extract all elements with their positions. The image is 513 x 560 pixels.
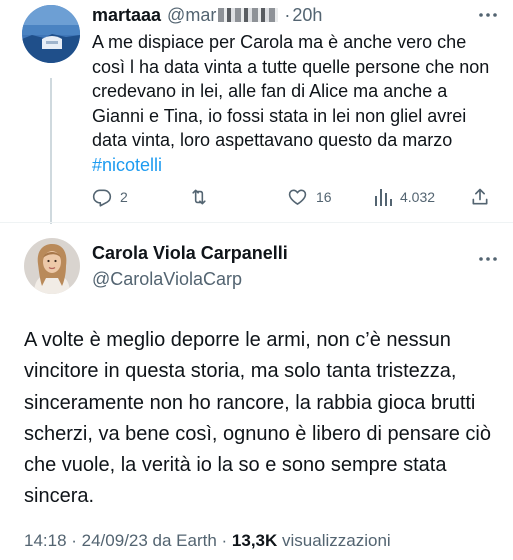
views-button[interactable]: 4.032 <box>374 184 435 210</box>
display-name[interactable]: martaaa <box>92 3 161 27</box>
reply-tweet-header: martaaa @mar · 20h <box>92 3 322 27</box>
avatar[interactable] <box>24 238 80 294</box>
views-label: visualizzazioni <box>277 531 391 550</box>
avatar-image <box>22 5 80 63</box>
views-count: 13,3K <box>231 531 278 550</box>
reply-count: 2 <box>120 189 128 205</box>
like-count: 16 <box>316 189 332 205</box>
tweet-metadata: 14:18 · 24/09/23 da Earth · 13,3K visual… <box>24 529 391 553</box>
display-name[interactable]: Carola Viola Carpanelli <box>92 242 288 264</box>
more-icon[interactable] <box>477 248 499 270</box>
like-button[interactable]: 16 <box>287 184 332 210</box>
retweet-button[interactable] <box>188 184 210 210</box>
thread-connector-line <box>50 78 52 224</box>
retweet-icon <box>188 187 210 207</box>
handle[interactable]: @mar <box>167 3 216 27</box>
avatar-image <box>24 238 80 294</box>
handle[interactable]: @CarolaViolaCarp <box>92 268 242 290</box>
redacted-handle <box>218 8 279 22</box>
divider <box>0 222 513 223</box>
reply-icon <box>92 187 112 207</box>
hashtag-link[interactable]: #nicotelli <box>92 155 162 175</box>
tweet-text: A me dispiace per Carola ma è anche vero… <box>92 30 502 177</box>
tweet-actions: 2 16 4.032 <box>92 184 497 210</box>
like-icon <box>287 187 308 207</box>
tweet-body: A me dispiace per Carola ma è anche vero… <box>92 32 490 150</box>
more-icon[interactable] <box>477 4 499 26</box>
reply-button[interactable]: 2 <box>92 184 128 210</box>
timestamp[interactable]: 14:18 · 24/09/23 da Earth · <box>24 531 232 550</box>
views-icon <box>374 187 392 207</box>
share-button[interactable] <box>470 184 490 210</box>
reply-tweet[interactable]: martaaa @mar · 20h A me dispiace per Car… <box>0 0 513 224</box>
tweet-thread: martaaa @mar · 20h A me dispiace per Car… <box>0 0 513 560</box>
view-count: 4.032 <box>400 189 436 205</box>
tweet-text: A volte è meglio deporre le armi, non c’… <box>24 329 491 508</box>
separator: · <box>284 5 291 25</box>
share-icon <box>470 187 490 207</box>
timestamp[interactable]: 20h <box>292 3 322 27</box>
avatar[interactable] <box>22 5 80 63</box>
